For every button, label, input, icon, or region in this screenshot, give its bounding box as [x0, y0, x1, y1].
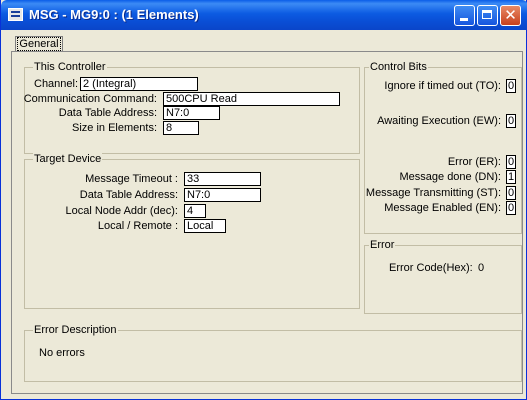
message-enabled-label: Message Enabled (EN):: [384, 202, 501, 214]
error-bit[interactable]: 0: [506, 155, 516, 169]
local-node-addr-label: Local Node Addr (dec):: [65, 205, 178, 217]
ignore-timeout-label: Ignore if timed out (TO):: [384, 80, 501, 92]
awaiting-execution-label: Awaiting Execution (EW):: [377, 115, 501, 127]
window-title: MSG - MG9:0 : (1 Elements): [29, 7, 199, 22]
minimize-button[interactable]: [454, 5, 475, 26]
error-code-label: Error Code(Hex):: [389, 262, 473, 274]
data-table-address-field[interactable]: N7:0: [163, 106, 220, 120]
control-bits-legend: Control Bits: [369, 61, 428, 73]
general-panel: This Controller Channel: 2 (Integral) Co…: [11, 51, 523, 394]
communication-command-label: Communication Command:: [23, 93, 157, 105]
error-code-value: 0: [478, 262, 485, 274]
message-done-bit[interactable]: 1: [506, 170, 516, 184]
message-timeout-label: Message Timeout :: [85, 173, 178, 185]
close-button[interactable]: ✕: [500, 5, 521, 26]
error-description-text: No errors: [39, 347, 85, 359]
this-controller-legend: This Controller: [33, 61, 107, 73]
target-device-group: Target Device Message Timeout : 33 Data …: [24, 153, 360, 309]
data-table-address-label: Data Table Address:: [58, 107, 157, 119]
channel-label: Channel:: [34, 78, 79, 90]
communication-command-field[interactable]: 500CPU Read: [163, 92, 340, 106]
msg-app-icon[interactable]: [8, 8, 23, 21]
message-done-label: Message done (DN):: [399, 171, 502, 183]
close-icon: ✕: [504, 6, 517, 24]
local-node-addr-field[interactable]: 4: [184, 204, 206, 218]
local-remote-field[interactable]: Local: [184, 219, 226, 233]
maximize-button[interactable]: [477, 5, 498, 26]
size-in-elements-label: Size in Elements:: [72, 122, 157, 134]
awaiting-execution-bit[interactable]: 0: [506, 114, 516, 128]
msg-dialog-window: MSG - MG9:0 : (1 Elements) ✕ General Thi…: [0, 0, 527, 400]
error-description-legend: Error Description: [33, 324, 118, 336]
channel-field[interactable]: 2 (Integral): [80, 77, 198, 91]
target-data-table-address-field[interactable]: N7:0: [184, 188, 261, 202]
tab-general[interactable]: General: [15, 36, 63, 52]
error-group: Error Error Code(Hex): 0: [364, 239, 522, 314]
target-device-legend: Target Device: [33, 153, 103, 165]
ignore-timeout-bit[interactable]: 0: [506, 79, 516, 93]
message-transmitting-label: Message Transmitting (ST):: [365, 187, 501, 199]
title-bar[interactable]: MSG - MG9:0 : (1 Elements) ✕: [1, 0, 527, 30]
error-legend: Error: [369, 239, 396, 251]
message-enabled-bit[interactable]: 0: [506, 201, 516, 215]
this-controller-group: This Controller Channel: 2 (Integral) Co…: [23, 61, 360, 154]
target-data-table-address-label: Data Table Address:: [79, 189, 178, 201]
error-bit-label: Error (ER):: [447, 156, 501, 168]
error-description-group: Error Description No errors: [24, 324, 522, 382]
message-timeout-field[interactable]: 33: [184, 172, 261, 186]
size-in-elements-field[interactable]: 8: [163, 121, 199, 135]
local-remote-label: Local / Remote :: [97, 220, 178, 232]
message-transmitting-bit[interactable]: 0: [506, 186, 516, 200]
control-bits-group: Control Bits Ignore if timed out (TO): 0…: [364, 61, 522, 234]
tab-general-label: General: [17, 37, 61, 51]
